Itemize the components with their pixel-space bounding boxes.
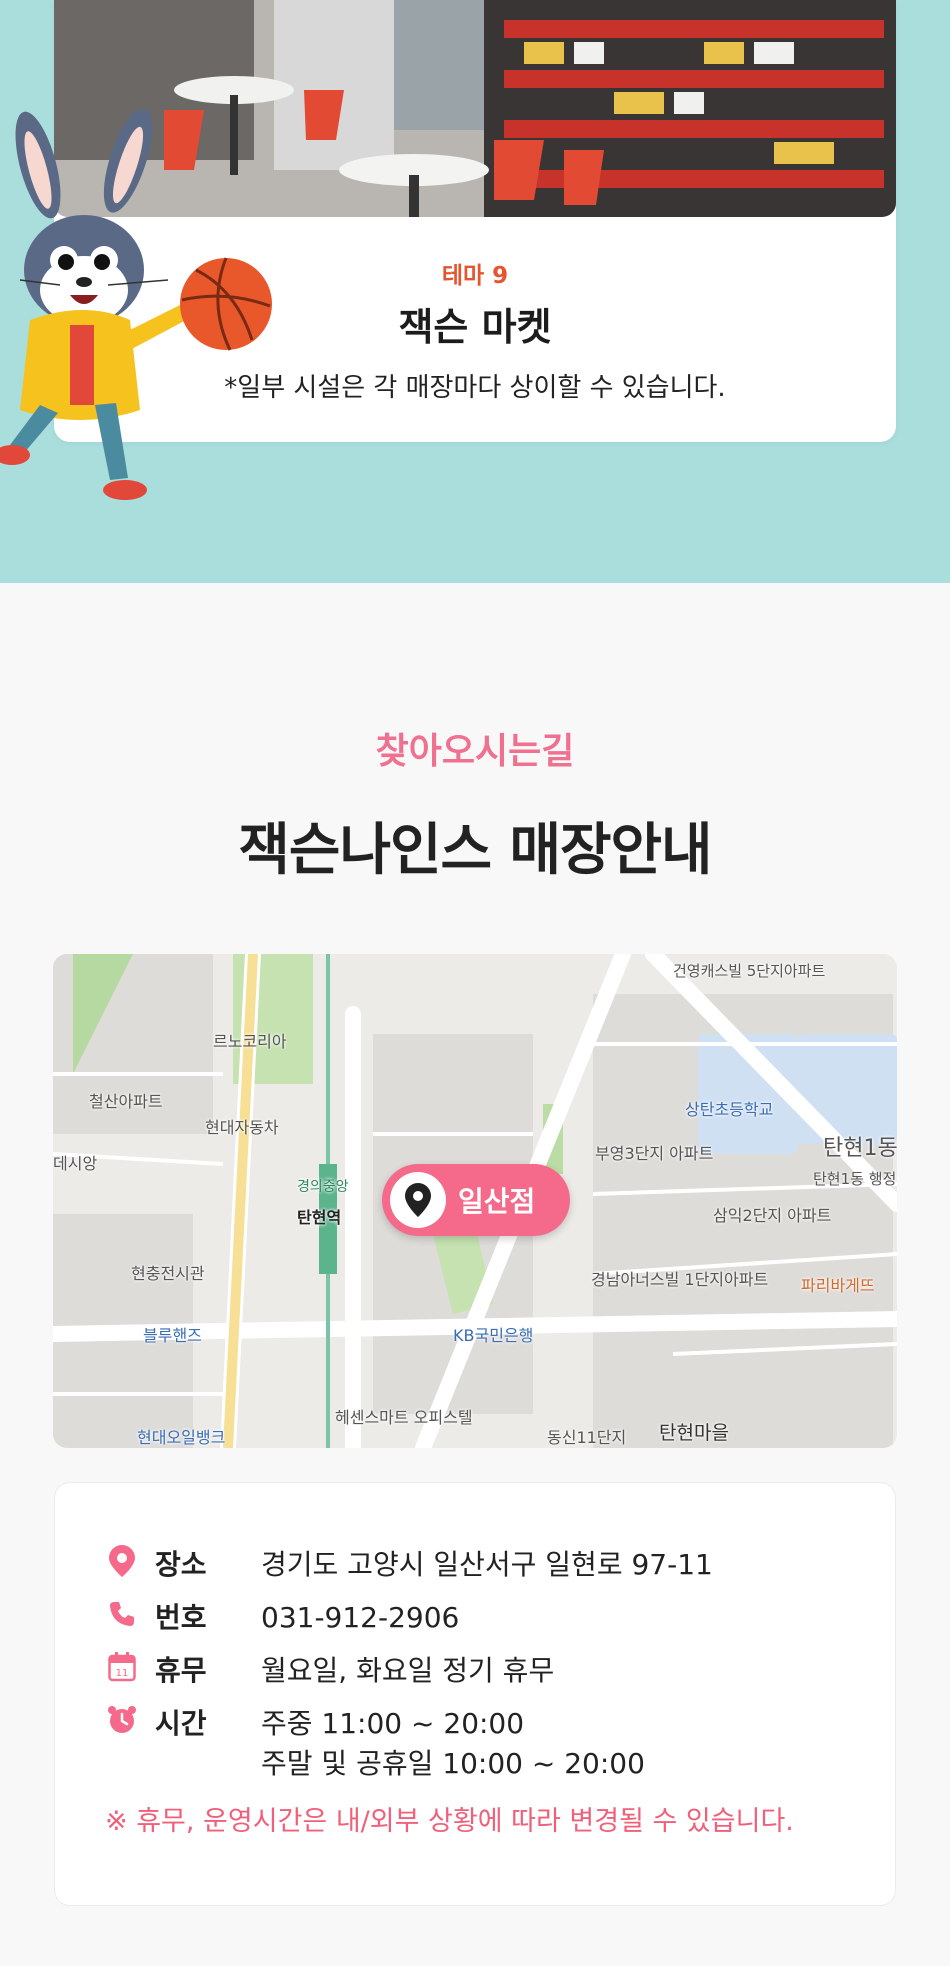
map-place-label: 르노코리아 [213,1032,287,1051]
map-place-label: 동신11단지 [547,1428,627,1447]
location-pin-icon [107,1545,137,1577]
store-pin-label: 일산점 [458,1185,536,1218]
map-place-label: 상탄초등학교 [685,1100,774,1119]
map-place-label: 데시앙 [53,1154,98,1173]
map-place-label: 탄현마을 [659,1422,729,1444]
info-value: 월요일, 화요일 정기 휴무 [261,1654,555,1687]
map-place-label: 탄현1동 [823,1136,897,1161]
map-place-label: 삼익2단지 아파트 [713,1206,832,1225]
phone-icon [107,1598,137,1630]
info-value: 경기도 고양시 일산서구 일현로 97-11 [261,1548,713,1581]
map-place-label: 블루핸즈 [143,1326,202,1345]
store-info-card: 장소 경기도 고양시 일산서구 일현로 97-11 번호 031-912-290… [54,1482,896,1906]
location-subtitle: 찾아오시는길 [375,731,575,772]
map-place-label: 현대오일뱅크 [137,1428,226,1447]
map-place-label: 철산아파트 [89,1092,163,1111]
store-map[interactable]: 건영캐스빌 5단지아파트 르노코리아 철산아파트 현대자동차 경의중앙 탄현역 … [53,954,897,1448]
map-place-label: 현충전시관 [131,1264,205,1283]
info-row-holiday: 11 휴무 월요일, 화요일 정기 휴무 [107,1651,554,1691]
info-value: 주중 11:00 ~ 20:00 [261,1707,525,1740]
info-row-phone: 번호 031-912-2906 [107,1598,459,1638]
map-place-label: 헤센스마트 오피스텔 [335,1408,473,1427]
rabbit-mascot-illustration [0,107,290,510]
map-place-label: 현대자동차 [205,1118,279,1137]
info-row-address: 장소 경기도 고양시 일산서구 일현로 97-11 [107,1545,713,1585]
map-place-label: 탄현역 [297,1208,342,1227]
info-value-weekend: 주말 및 공휴일 10:00 ~ 20:00 [261,1747,645,1780]
map-place-label: 경의중앙 [297,1179,349,1195]
hours-change-notice: ※ 휴무, 운영시간은 내/외부 상황에 따라 변경될 수 있습니다. [105,1806,794,1837]
info-key: 휴무 [155,1654,207,1687]
info-key: 시간 [155,1707,207,1740]
map-place-label: 경남아너스빌 1단지아파트 [591,1270,769,1289]
map-place-label: 건영캐스빌 5단지아파트 [673,962,826,980]
calendar-icon: 11 [107,1651,137,1683]
map-place-label: 탄현1동 행정복지센 [813,1170,897,1188]
info-row-hours: 시간 주중 11:00 ~ 20:00 주말 및 공휴일 10:00 ~ 20:… [107,1704,645,1784]
svg-text:11: 11 [116,1668,129,1679]
map-place-label: KB국민은행 [453,1326,534,1345]
info-value: 031-912-2906 [261,1601,460,1634]
info-key: 번호 [155,1601,207,1634]
info-key: 장소 [155,1548,207,1581]
map-place-label: 파리바게뜨 [801,1276,875,1295]
map-pin-icon [390,1172,446,1228]
theme-section: 테마 9 잭슨 마켓 *일부 시설은 각 매장마다 상이할 수 있습니다. [0,0,950,583]
map-place-label: 부영3단지 아파트 [595,1144,714,1163]
location-title: 잭슨나인스 매장안내 [238,818,712,883]
store-location-pin[interactable]: 일산점 [382,1164,570,1236]
alarm-clock-icon [107,1704,137,1736]
